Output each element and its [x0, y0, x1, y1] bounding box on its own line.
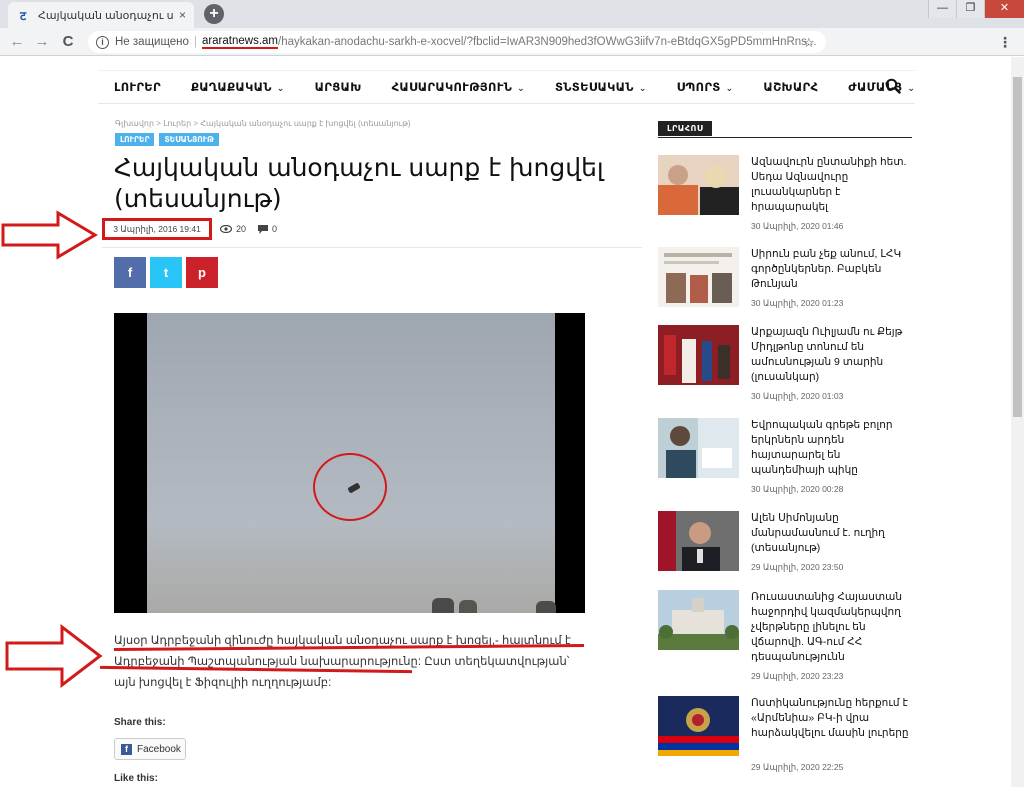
tag-news[interactable]: ԼՈՒՐԵՐ — [115, 133, 155, 146]
url-separator: | — [193, 36, 197, 48]
comment-count[interactable]: 0 — [258, 224, 277, 234]
sidebar-divider — [658, 137, 912, 138]
chevron-down-icon: ⌄ — [907, 83, 916, 93]
comment-icon — [258, 224, 268, 234]
nav-item-economy[interactable]: ՏՆՏԵՍԱԿԱՆ ⌄ — [555, 80, 647, 94]
nav-item-society[interactable]: ՀԱՍԱՐԱԿՈՒԹՅՈՒՆ ⌄ — [392, 80, 525, 94]
tab-title: Հայկական անօդաչու սարք է խոց — [38, 9, 173, 22]
chevron-down-icon: ⌄ — [638, 83, 647, 93]
chevron-down-icon: ⌄ — [725, 83, 734, 93]
breadcrumb[interactable]: Գլխավոր > Լուրեր > Հայկական անօդաչու սար… — [115, 119, 411, 128]
news-thumbnail — [658, 155, 739, 215]
news-thumbnail — [658, 418, 739, 478]
article-tags: ԼՈՒՐԵՐ ՏԵՍԱՆՅՈՒԹ — [115, 133, 219, 146]
nav-item-entertainment[interactable]: ԺԱՄԱՆՑ ⌄ — [848, 80, 915, 94]
video-crowd — [536, 601, 556, 613]
back-button[interactable]: ← — [8, 33, 26, 51]
news-item[interactable]: Եվրոպական գրեթե բոլոր երկրներն արդեն հայ… — [658, 418, 918, 498]
highlight-circle — [313, 453, 387, 521]
eye-icon — [220, 225, 232, 233]
news-thumbnail — [658, 696, 739, 756]
forward-button[interactable]: → — [33, 33, 51, 51]
new-tab-button[interactable]: + — [204, 4, 224, 24]
reload-button[interactable]: C — [59, 33, 77, 51]
chevron-down-icon: ⌄ — [517, 83, 526, 93]
nav-item-sport[interactable]: ՍՊՈՐՏ ⌄ — [677, 80, 734, 94]
video-crowd — [459, 600, 477, 613]
news-thumbnail — [658, 325, 739, 385]
url-input[interactable]: i Не защищено | araratnews.am /haykakan-… — [88, 31, 826, 53]
news-thumbnail — [658, 590, 739, 650]
twitter-share-button[interactable]: t — [150, 257, 182, 288]
video-player[interactable] — [114, 313, 585, 613]
search-icon[interactable] — [885, 78, 901, 94]
nav-item-world[interactable]: ԱՇԽԱՐՀ — [763, 80, 818, 94]
news-item[interactable]: Սիրուն բան չեք անում, ԼՀԿ գործընկերներ. … — [658, 247, 918, 327]
share-this-label: Share this: — [114, 717, 166, 728]
nav-item-politics[interactable]: ՔԱՂԱՔԱԿԱՆ ⌄ — [191, 80, 285, 94]
scrollbar-thumb[interactable] — [1013, 77, 1022, 417]
bookmark-star-icon[interactable]: ☆ — [803, 35, 815, 51]
news-thumbnail — [658, 511, 739, 571]
tag-video[interactable]: ՏԵՍԱՆՅՈՒԹ — [159, 133, 219, 146]
article-body: Այսօր Ադրբեջանի զինուժը հայկական անօդաչո… — [114, 635, 571, 689]
annotation-arrow-icon — [5, 624, 103, 688]
minimize-button[interactable]: — — [928, 0, 956, 18]
article-date: 3 Ապրիլի, 2016 19:41 — [102, 218, 212, 240]
like-this-label: Like this: — [114, 773, 158, 784]
site-favicon-icon: ट — [19, 8, 27, 23]
chevron-down-icon: ⌄ — [276, 83, 285, 93]
browser-menu-icon[interactable]: ⋮ — [998, 34, 1012, 51]
url-domain: araratnews.am — [201, 35, 278, 49]
nav-item-artsakh[interactable]: ԱՐՑԱԽ — [315, 80, 362, 94]
browser-tab[interactable]: ट Հայկական անօդաչու սարք է խոց × — [8, 2, 194, 28]
news-item[interactable]: Ոստիկանությունը հերքում է «Արմենիա» ԲԿ-ի… — [658, 696, 918, 776]
browser-tab-bar: ट Հայկական անօդաչու սարք է խոց × + — ❐ ✕ — [0, 0, 1024, 28]
scrollbar[interactable] — [1011, 57, 1024, 787]
nav-item-news[interactable]: ԼՈՒՐԵՐ — [114, 80, 161, 94]
address-bar: ← → C i Не защищено | araratnews.am /hay… — [0, 28, 1024, 56]
site-navigation: ԼՈՒՐԵՐ ՔԱՂԱՔԱԿԱՆ ⌄ ԱՐՑԱԽ ՀԱՍԱՐԱԿՈՒԹՅՈՒՆ ⌄ … — [98, 70, 915, 104]
view-count: 20 — [220, 224, 246, 234]
sidebar-header: ԼՐԱՀՈՍ — [658, 121, 713, 136]
news-thumbnail — [658, 247, 739, 307]
facebook-share-button[interactable]: f — [114, 257, 146, 288]
pinterest-share-button[interactable]: p — [186, 257, 218, 288]
security-label: Не защищено — [115, 36, 189, 48]
window-close-button[interactable]: ✕ — [984, 0, 1024, 18]
news-item[interactable]: Ալեն Սիմոնյանը մանրամասնում է. ուղիղ (տե… — [658, 511, 918, 591]
news-item[interactable]: Արքայազն Ուիլյամն ու Քեյթ Միդլթոնը տոնու… — [658, 325, 918, 405]
window-controls: — ❐ ✕ — [928, 0, 1024, 18]
share-buttons: f t p — [114, 257, 218, 288]
facebook-button[interactable]: f Facebook — [114, 738, 186, 760]
url-path: /haykakan-anodachu-sarkh-e-xocvel/?fbcli… — [278, 36, 817, 48]
news-item[interactable]: Ռուսաստանից Հայաստան հաջորդիվ կազմակերպվ… — [658, 590, 918, 681]
facebook-icon: f — [121, 743, 132, 755]
tab-close-icon[interactable]: × — [179, 8, 186, 22]
video-crowd — [432, 598, 454, 613]
maximize-button[interactable]: ❐ — [956, 0, 984, 18]
annotation-arrow-icon — [1, 210, 98, 260]
news-item[interactable]: Ազնավուրն ընտանիքի հետ. Սեդա Ազնավուրը լ… — [658, 155, 918, 235]
info-icon[interactable]: i — [96, 35, 109, 49]
article-meta: 3 Ապրիլի, 2016 19:41 20 0 — [102, 218, 642, 248]
article-title: Հայկական անօդաչու սարք է խոցվել (տեսանյո… — [114, 153, 604, 213]
